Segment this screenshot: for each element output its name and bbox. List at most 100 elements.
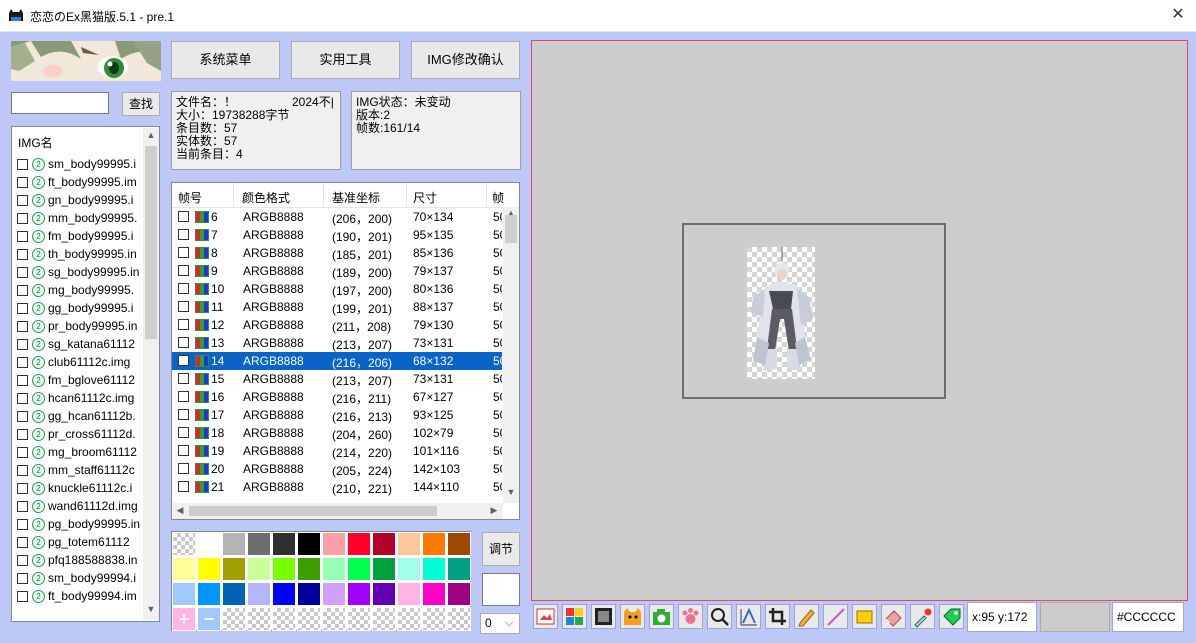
img-checkbox[interactable]	[17, 464, 28, 476]
img-list-item[interactable]: 2 gn_body99995.i	[17, 191, 133, 209]
frame-checkbox[interactable]	[178, 409, 189, 420]
scroll-right-icon[interactable]: ▶	[487, 505, 501, 516]
frame-row[interactable]: 12 ARGB8888 (211，208) 79×130 50	[172, 316, 502, 334]
frame-row[interactable]: 9 ARGB8888 (189，200) 79×137 50	[172, 262, 502, 280]
frame-checkbox[interactable]	[178, 283, 189, 294]
img-list-item[interactable]: 2 pg_totem61112	[17, 533, 130, 551]
transparent-swatch[interactable]	[172, 532, 196, 556]
img-list-item[interactable]: 2 fm_body99995.i	[17, 227, 133, 245]
transparent-swatch[interactable]	[447, 607, 471, 631]
img-checkbox[interactable]	[17, 446, 28, 458]
img-checkbox[interactable]	[17, 482, 28, 494]
add-color-button[interactable]: +	[172, 607, 196, 631]
img-list-item[interactable]: 2 mg_broom61112	[17, 443, 137, 461]
color-swatch[interactable]	[197, 532, 221, 556]
img-list-item[interactable]: 2 gg_hcan61112b.	[17, 407, 136, 425]
column-base-coord[interactable]: 基准坐标	[332, 189, 380, 206]
color-swatch[interactable]	[397, 532, 421, 556]
img-list-item[interactable]: 2 pr_cross61112d.	[17, 425, 136, 443]
img-list-item[interactable]: 2 mm_body99995.	[17, 209, 137, 227]
frame-row[interactable]: 10 ARGB8888 (197，200) 80×136 50	[172, 280, 502, 298]
frame-row[interactable]: 6 ARGB8888 (206，200) 70×134 50	[172, 208, 502, 226]
frame-checkbox[interactable]	[178, 373, 189, 384]
transparent-swatch[interactable]	[422, 607, 446, 631]
pencil-icon[interactable]	[794, 604, 819, 629]
img-list-item[interactable]: 2 sg_katana61112	[17, 335, 135, 353]
transparent-swatch[interactable]	[347, 607, 371, 631]
img-list-item[interactable]: 2 sm_body99994.i	[17, 569, 136, 587]
img-list-item[interactable]: 2 hcan61112c.img	[17, 389, 134, 407]
palette-icon[interactable]	[562, 604, 587, 629]
frame-checkbox[interactable]	[178, 211, 189, 222]
color-swatch[interactable]	[322, 582, 346, 606]
img-list-item[interactable]: 2 pfq188588838.in	[17, 551, 137, 569]
frame-checkbox[interactable]	[178, 229, 189, 240]
frame-checkbox[interactable]	[178, 481, 189, 492]
eyedropper-icon[interactable]	[910, 604, 935, 629]
img-checkbox[interactable]	[17, 338, 28, 350]
color-swatch[interactable]	[247, 532, 271, 556]
img-list-item[interactable]: 2 sg_body99995.in	[17, 263, 139, 281]
column-frame-extra[interactable]: 帧	[492, 189, 504, 206]
img-checkbox[interactable]	[17, 356, 28, 368]
color-swatch[interactable]	[197, 557, 221, 581]
scroll-down-icon[interactable]: ▼	[504, 487, 518, 497]
img-list-item[interactable]: 2 gg_body99995.i	[17, 299, 133, 317]
color-swatch[interactable]	[322, 532, 346, 556]
img-checkbox[interactable]	[17, 230, 28, 242]
color-swatch[interactable]	[197, 582, 221, 606]
frame-row[interactable]: 20 ARGB8888 (205，224) 142×103 50	[172, 460, 502, 478]
frame-row[interactable]: 21 ARGB8888 (210，221) 144×110 50	[172, 478, 502, 496]
transparent-swatch[interactable]	[297, 607, 321, 631]
frame-table-hthumb[interactable]	[189, 506, 437, 516]
color-swatch[interactable]	[447, 582, 471, 606]
transparent-swatch[interactable]	[397, 607, 421, 631]
column-frame-id[interactable]: 帧号	[178, 189, 202, 206]
preview-canvas[interactable]	[531, 40, 1188, 601]
frame-row[interactable]: 13 ARGB8888 (213，207) 73×131 50	[172, 334, 502, 352]
color-swatch[interactable]	[422, 532, 446, 556]
color-swatch[interactable]	[397, 582, 421, 606]
color-swatch[interactable]	[347, 582, 371, 606]
img-confirm-button[interactable]: IMG修改确认	[411, 41, 520, 79]
img-checkbox[interactable]	[17, 212, 28, 224]
color-swatch[interactable]	[347, 532, 371, 556]
img-checkbox[interactable]	[17, 554, 28, 566]
img-list-item[interactable]: 2 mm_staff61112c	[17, 461, 135, 479]
film-icon[interactable]	[591, 604, 616, 629]
close-button[interactable]: ✕	[1166, 4, 1190, 26]
img-list-item[interactable]: 2 sm_body99995.i	[17, 155, 136, 173]
frame-row[interactable]: 18 ARGB8888 (204，260) 102×79 50	[172, 424, 502, 442]
frame-table-vscroll[interactable]: ▲ ▼	[503, 207, 519, 503]
frame-row[interactable]: 19 ARGB8888 (214，220) 101×116 50	[172, 442, 502, 460]
line-icon[interactable]	[823, 604, 848, 629]
img-checkbox[interactable]	[17, 266, 28, 278]
frame-checkbox[interactable]	[178, 391, 189, 402]
color-swatch[interactable]	[447, 557, 471, 581]
img-list-item[interactable]: 2 club61112c.img	[17, 353, 130, 371]
remove-color-button[interactable]: −	[197, 607, 221, 631]
magnifier-icon[interactable]	[707, 604, 732, 629]
color-swatch[interactable]	[447, 532, 471, 556]
img-checkbox[interactable]	[17, 410, 28, 422]
frame-checkbox[interactable]	[178, 427, 189, 438]
img-list-item[interactable]: 2 pg_body99995.in	[17, 515, 140, 533]
transparent-swatch[interactable]	[372, 607, 396, 631]
rectangle-icon[interactable]	[852, 604, 877, 629]
tag-icon[interactable]	[939, 604, 964, 629]
color-swatch[interactable]	[247, 582, 271, 606]
color-swatch[interactable]	[172, 582, 196, 606]
img-list-item[interactable]: 2 pr_body99995.in	[17, 317, 137, 335]
img-checkbox[interactable]	[17, 320, 28, 332]
frame-table-hscroll[interactable]: ◀ ▶	[173, 503, 503, 519]
frame-checkbox[interactable]	[178, 247, 189, 258]
img-checkbox[interactable]	[17, 176, 28, 188]
search-button[interactable]: 查找	[122, 92, 160, 116]
axis-icon[interactable]	[736, 604, 761, 629]
tools-button[interactable]: 实用工具	[291, 41, 400, 79]
color-swatch[interactable]	[422, 582, 446, 606]
frame-row[interactable]: 7 ARGB8888 (190，201) 95×135 50	[172, 226, 502, 244]
color-swatch[interactable]	[397, 557, 421, 581]
img-checkbox[interactable]	[17, 500, 28, 512]
color-swatch[interactable]	[422, 557, 446, 581]
